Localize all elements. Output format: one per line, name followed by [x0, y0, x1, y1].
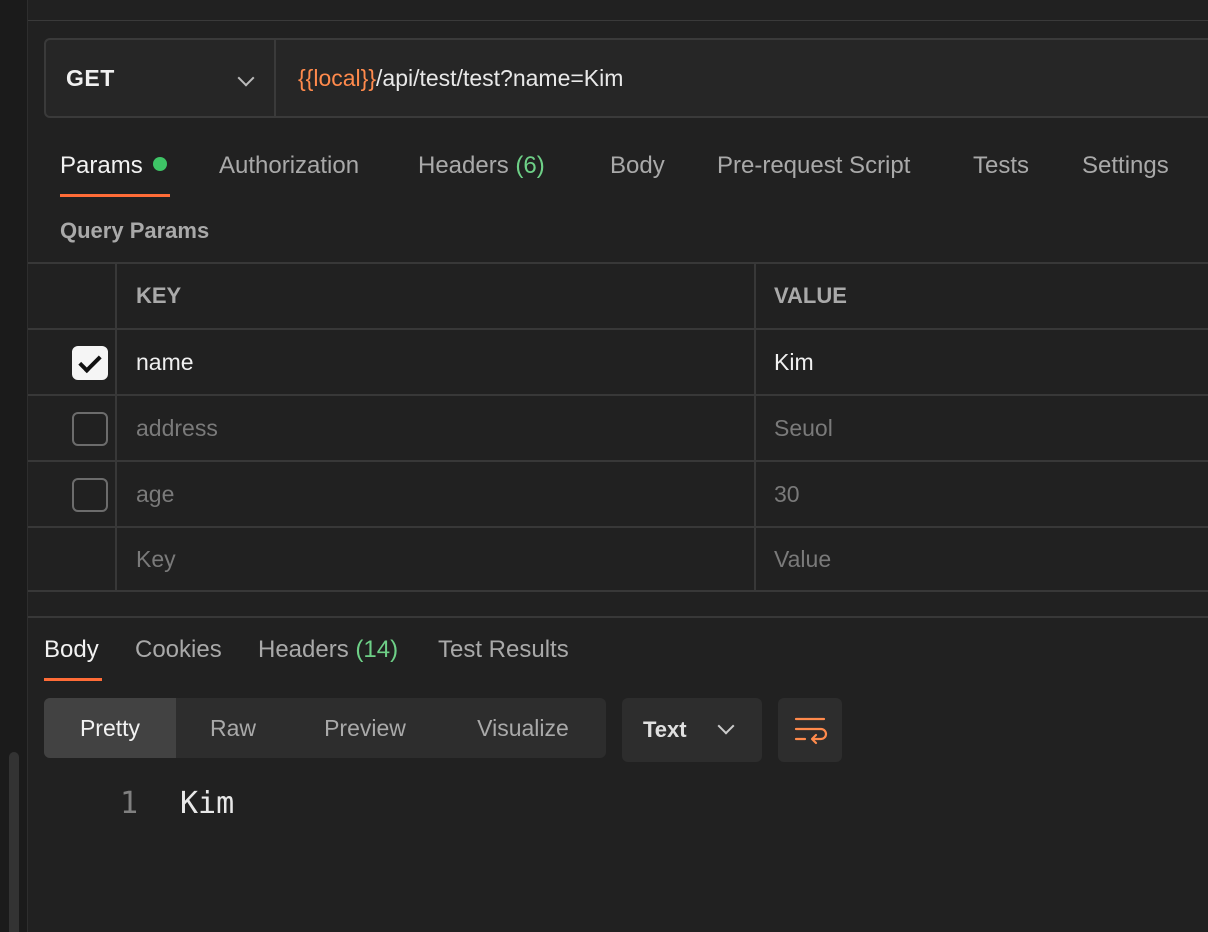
- chevron-down-icon: [237, 69, 255, 87]
- params-table: KEY VALUE name Kim address Seuol age 30 …: [28, 262, 1208, 592]
- table-row: name Kim: [28, 328, 1208, 394]
- response-tab-headers-label: Headers: [258, 636, 349, 663]
- param-key[interactable]: name: [118, 330, 756, 394]
- value-column-header: VALUE: [774, 283, 847, 308]
- tab-pre-request-label: Pre-request Script: [717, 152, 911, 179]
- chevron-down-icon: [717, 717, 735, 735]
- sidebar-scrollbar[interactable]: [9, 752, 19, 932]
- param-key[interactable]: age: [118, 462, 756, 526]
- active-tab-indicator: [60, 194, 170, 197]
- row-check-cell: [28, 462, 117, 526]
- new-value-input[interactable]: Value: [756, 528, 1208, 590]
- response-tab-body[interactable]: Body: [44, 636, 99, 664]
- tab-headers[interactable]: Headers (6): [418, 152, 545, 180]
- row-check-cell: [28, 330, 117, 394]
- query-params-title: Query Params: [60, 218, 210, 243]
- response-body-text: Kim: [180, 786, 235, 821]
- response-tab-headers[interactable]: Headers (14): [258, 636, 398, 664]
- tab-params[interactable]: Params: [60, 152, 167, 180]
- check-column-header: [28, 264, 117, 328]
- row-check-cell: [28, 528, 117, 590]
- row-checkbox[interactable]: [72, 346, 108, 380]
- format-label: Text: [643, 717, 687, 742]
- url-path: /api/test/test?name=Kim: [376, 64, 624, 91]
- view-mode-pretty[interactable]: Pretty: [44, 698, 176, 758]
- view-mode-visualize[interactable]: Visualize: [440, 698, 606, 758]
- tab-pre-request-script[interactable]: Pre-request Script: [717, 152, 910, 180]
- row-checkbox[interactable]: [72, 412, 108, 446]
- response-tab-test-results-label: Test Results: [438, 636, 569, 663]
- wrap-lines-button[interactable]: [778, 698, 842, 762]
- url-variable: {{local}}: [298, 64, 377, 91]
- url-input[interactable]: {{local}}/api/test/test?name=Kim: [276, 40, 623, 116]
- view-mode-raw[interactable]: Raw: [176, 698, 290, 758]
- response-tab-body-label: Body: [44, 636, 99, 663]
- response-tab-test-results[interactable]: Test Results: [438, 636, 569, 664]
- tab-settings-label: Settings: [1082, 152, 1169, 179]
- response-headers-count: (14): [355, 636, 399, 663]
- tab-headers-label: Headers: [418, 152, 509, 179]
- method-label: GET: [66, 64, 115, 91]
- table-row: age 30: [28, 460, 1208, 526]
- line-number: 1: [120, 786, 139, 821]
- param-value[interactable]: Seuol: [756, 396, 1208, 460]
- new-key-input[interactable]: Key: [118, 528, 756, 590]
- view-mode-preview[interactable]: Preview: [290, 698, 440, 758]
- response-tabs: Body Cookies Headers (14) Test Results: [28, 620, 1208, 682]
- active-response-tab-indicator: [44, 678, 102, 681]
- row-check-cell: [28, 396, 117, 460]
- tab-body-label: Body: [610, 152, 665, 179]
- key-column-header: KEY: [118, 264, 756, 328]
- top-divider: [28, 0, 1208, 21]
- tab-tests[interactable]: Tests: [973, 152, 1029, 180]
- param-value[interactable]: 30: [756, 462, 1208, 526]
- table-row: address Seuol: [28, 394, 1208, 460]
- view-mode-selector: Pretty Raw Preview Visualize: [44, 698, 606, 758]
- url-bar: GET {{local}}/api/test/test?name=Kim: [44, 38, 1208, 118]
- tab-params-label: Params: [60, 152, 143, 179]
- response-divider[interactable]: [28, 616, 1208, 618]
- param-value[interactable]: Kim: [756, 330, 1208, 394]
- table-header-row: KEY VALUE: [28, 262, 1208, 328]
- tab-body[interactable]: Body: [610, 152, 665, 180]
- tab-authorization[interactable]: Authorization: [219, 152, 359, 180]
- request-tabs: Params Authorization Headers (6) Body Pr…: [28, 140, 1208, 200]
- tab-settings[interactable]: Settings: [1082, 152, 1169, 180]
- check-icon: [78, 349, 102, 374]
- response-tab-cookies-label: Cookies: [135, 636, 222, 663]
- headers-count: (6): [515, 152, 545, 179]
- status-dot: [152, 157, 167, 171]
- wrap-lines-icon: [794, 717, 828, 745]
- tab-tests-label: Tests: [973, 152, 1030, 179]
- row-checkbox[interactable]: [72, 478, 108, 512]
- format-select[interactable]: Text: [622, 698, 762, 762]
- method-select[interactable]: GET: [46, 40, 276, 116]
- tab-authorization-label: Authorization: [219, 152, 360, 179]
- table-row-new: Key Value: [28, 526, 1208, 592]
- param-key[interactable]: address: [118, 396, 756, 460]
- response-tab-cookies[interactable]: Cookies: [135, 636, 222, 664]
